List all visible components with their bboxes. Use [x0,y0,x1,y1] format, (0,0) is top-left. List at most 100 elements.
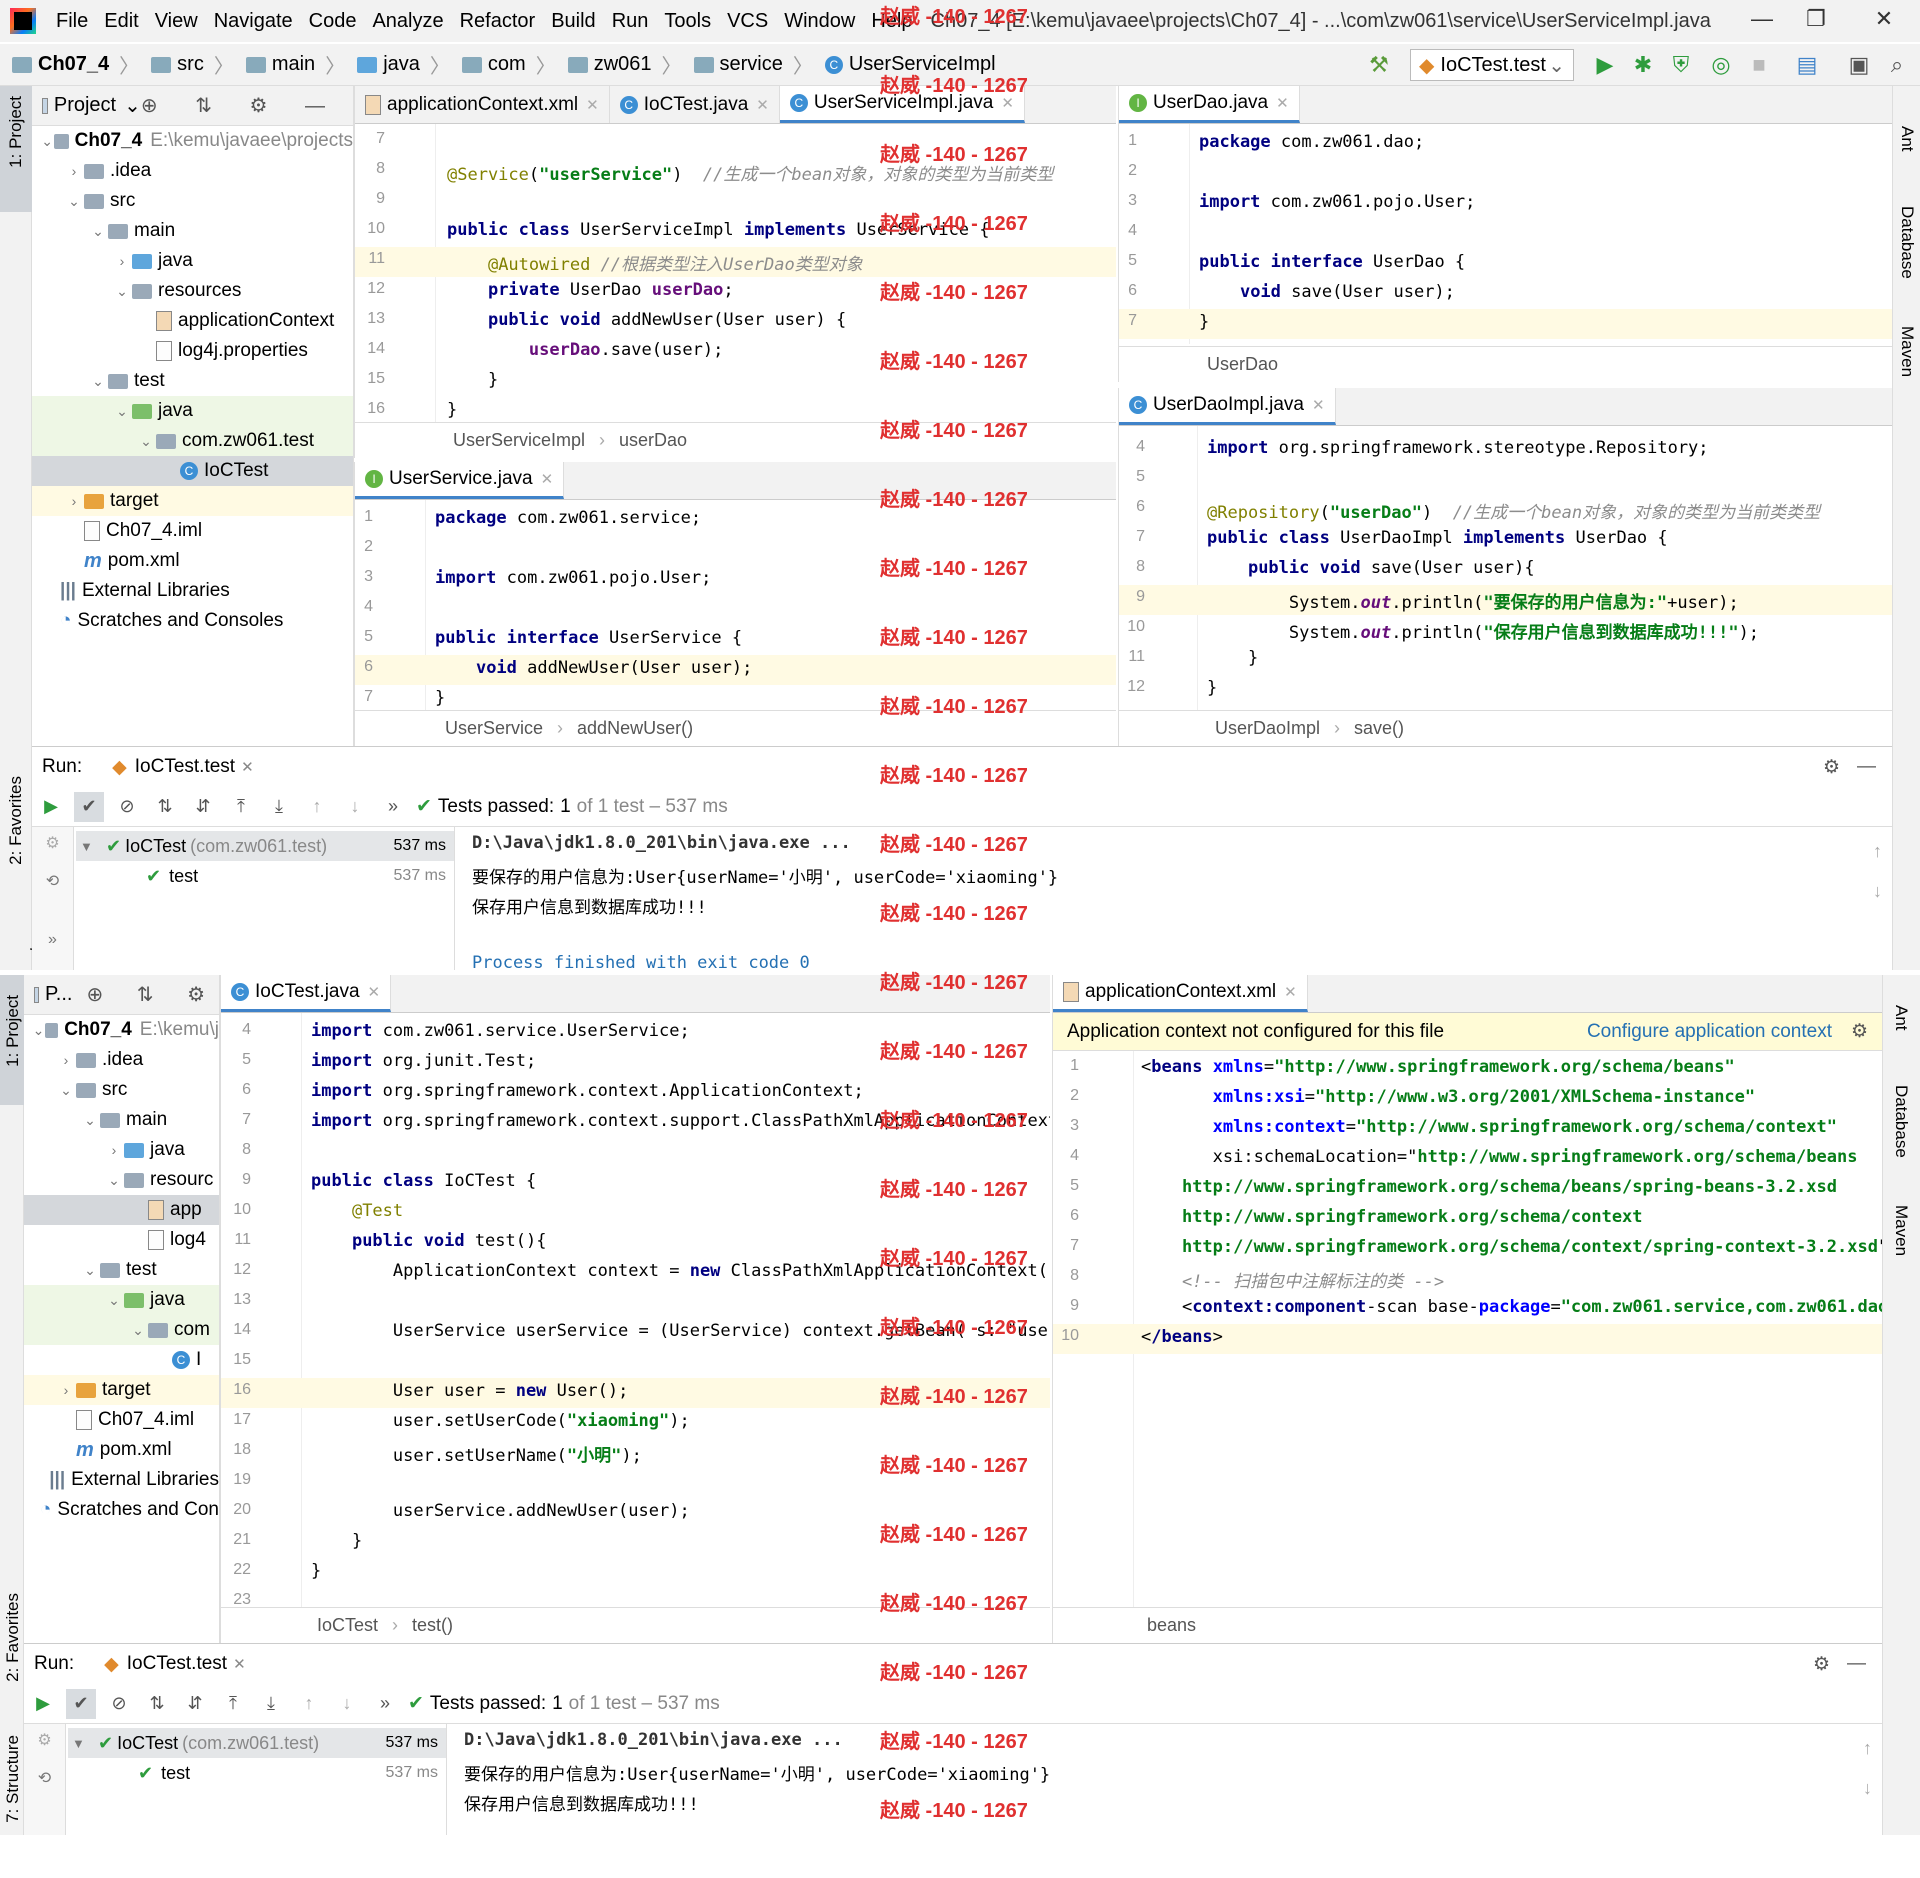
code-line[interactable]: private UserDao userDao; [447,280,734,300]
tree-item[interactable]: ⌄ com [24,1315,219,1345]
tree-item[interactable]: ◔ Scratches and Con [24,1495,219,1525]
code-line[interactable]: public void addNewUser(User user) { [447,310,846,330]
tree-item[interactable]: › target [24,1375,219,1405]
expand-arrow-icon[interactable]: ⌄ [88,373,108,390]
code-area[interactable]: 4 import org.springframework.stereotype.R… [1119,426,1892,710]
project-tool-button[interactable]: 1: Project [6,96,26,168]
crumb-class[interactable]: UserServiceImpl [453,430,585,451]
code-line[interactable]: System.out.println("要保存的用户信息为:"+user); [1207,588,1739,613]
code-line[interactable]: } [447,370,498,390]
close-icon[interactable]: ✕ [1864,6,1904,32]
expand-all-icon[interactable]: ⤒ [218,1689,248,1719]
tree-item[interactable]: ⌄ com.zw061.test [32,426,353,456]
expand-arrow-icon[interactable]: ⌄ [112,283,132,300]
minimize-icon[interactable]: — [1742,6,1782,32]
tree-item[interactable]: › target [32,486,353,516]
sort-duration-icon[interactable]: ⇵ [188,792,218,822]
tree-item[interactable]: ⌄ main [32,216,353,246]
expand-arrow-icon[interactable]: ⌄ [80,1112,100,1129]
code-line[interactable]: user.setUserCode("xiaoming"); [311,1411,690,1431]
menu-view[interactable]: View [155,10,198,33]
maven-tool-button[interactable]: Maven [1891,1205,1911,1256]
code-line[interactable]: @Autowired //根据类型注入UserDao类型对象 [447,250,863,275]
tree-item[interactable]: applicationContext [32,306,353,336]
code-line[interactable]: public void save(User user){ [1207,558,1535,578]
code-line[interactable]: public interface UserDao { [1199,252,1465,272]
tab-ioctest[interactable]: C IoCTest.java ✕ [221,975,392,1012]
scroll-up-icon[interactable]: ↑ [1873,841,1882,862]
terminal-icon[interactable]: ▣ [1846,52,1872,78]
code-line[interactable]: } [311,1531,362,1551]
code-line[interactable]: import org.springframework.stereotype.Re… [1207,438,1709,458]
code-line[interactable]: xsi:schemaLocation="http://www.springfra… [1141,1147,1858,1167]
breadcrumb-java[interactable]: java 〉 [357,50,450,79]
configure-context-link[interactable]: Configure application context [1587,1021,1832,1043]
expand-arrow-icon[interactable]: › [64,163,84,179]
collapse-all-icon[interactable]: ⤓ [256,1689,286,1719]
code-line[interactable]: } [311,1561,321,1581]
code-area[interactable]: 1 package com.zw061.service; 2 3 import com.… [355,500,1116,710]
expand-arrow-icon[interactable]: ⌄ [104,1292,124,1309]
tree-item[interactable]: ⌄ resourc [24,1165,219,1195]
restore-layout-icon[interactable]: ⟲ [24,1768,65,1788]
project-structure-icon[interactable]: ▤ [1794,52,1820,78]
code-area[interactable]: 1 package com.zw061.dao; 2 3 import com.zw06… [1119,124,1892,344]
expand-all-icon[interactable]: ⤒ [226,792,256,822]
menu-tools[interactable]: Tools [664,10,711,33]
project-view-selector[interactable]: Project [54,94,116,117]
build-hammer-icon[interactable]: ⚒ [1366,52,1392,78]
ant-tool-button[interactable]: Ant [1891,1005,1911,1031]
more-icon[interactable]: » [32,931,73,949]
sort-duration-icon[interactable]: ⇵ [180,1689,210,1719]
crumb-method[interactable]: save() [1354,718,1404,739]
expand-arrow-icon[interactable]: ⌄ [136,433,156,450]
test-tree-item-ioctest[interactable]: ▼ ✔ IoCTest (com.zw061.test) 537 ms [68,1728,446,1758]
hide-panel-icon[interactable]: — [1847,1653,1866,1675]
settings-gear-icon[interactable]: ⚙ [1813,1653,1830,1676]
rerun-icon[interactable]: ▶ [28,1689,58,1719]
tree-item[interactable]: log4 [24,1225,219,1255]
code-line[interactable]: http://www.springframework.org/schema/co… [1141,1237,1882,1257]
tree-item[interactable]: › .idea [24,1045,219,1075]
restore-icon[interactable]: ❐ [1796,6,1836,32]
next-failed-icon[interactable]: ↓ [340,792,370,822]
settings-gear-icon[interactable]: ⚙ [1823,756,1840,779]
tree-item[interactable]: ⌄ java [32,396,353,426]
code-line[interactable]: <!-- 扫描包中注解标注的类 --> [1141,1267,1444,1292]
crumb-class[interactable]: IoCTest [317,1615,378,1636]
breadcrumb-service[interactable]: service 〉 [693,50,813,79]
tab-applicationcontext[interactable]: applicationContext.xml ✕ [355,86,610,123]
tree-item[interactable]: C IoCTest [32,456,353,486]
code-line[interactable]: @Repository("userDao") //生成一个bean对象，对象的类… [1207,498,1820,523]
expand-arrow-icon[interactable]: › [56,1382,76,1398]
prev-failed-icon[interactable]: ↑ [294,1689,324,1719]
gear-icon[interactable]: ⚙ [1851,1020,1868,1043]
code-line[interactable]: import org.junit.Test; [311,1051,536,1071]
expand-arrow-icon[interactable]: ⌄ [32,1022,45,1039]
tree-item[interactable]: ⌄ test [24,1255,219,1285]
structure-tool-button[interactable]: 7: Structure [3,1735,23,1823]
show-ignored-icon[interactable]: ⊘ [112,792,142,822]
code-line[interactable]: xmlns:xsi="http://www.w3.org/2001/XMLSch… [1141,1087,1755,1107]
scroll-down-icon[interactable]: ↓ [1863,1778,1872,1799]
test-tree-item-ioctest[interactable]: ▼ ✔ IoCTest (com.zw061.test) 537 ms [76,831,454,861]
code-line[interactable]: @Test [311,1201,403,1221]
debug-icon[interactable]: ✱ [1630,52,1656,78]
expand-arrow-icon[interactable]: ⌄ [64,193,84,210]
tree-item[interactable]: ◔ Scratches and Consoles [32,606,353,636]
run-config-select[interactable]: ◆ IoCTest.test ⌄ [1410,49,1574,81]
code-line[interactable]: userDao.save(user); [447,340,723,360]
breadcrumb-com[interactable]: com 〉 [461,50,556,79]
code-line[interactable]: import com.zw061.service.UserService; [311,1021,690,1041]
code-line[interactable]: } [1199,312,1209,332]
menu-file[interactable]: File [56,10,88,33]
toggle-icon[interactable]: ⚙ [24,1730,65,1750]
scroll-down-icon[interactable]: ↓ [1873,881,1882,902]
ant-tool-button[interactable]: Ant [1897,126,1917,152]
tree-item[interactable]: › java [24,1135,219,1165]
menu-refactor[interactable]: Refactor [460,10,536,33]
favorites-tool-button[interactable]: 2: Favorites [3,1593,23,1682]
prev-failed-icon[interactable]: ↑ [302,792,332,822]
stop-icon[interactable]: ■ [1746,52,1772,78]
code-area[interactable]: 7 8 @Service("userService") //生成一个bean对象，对… [355,124,1116,422]
